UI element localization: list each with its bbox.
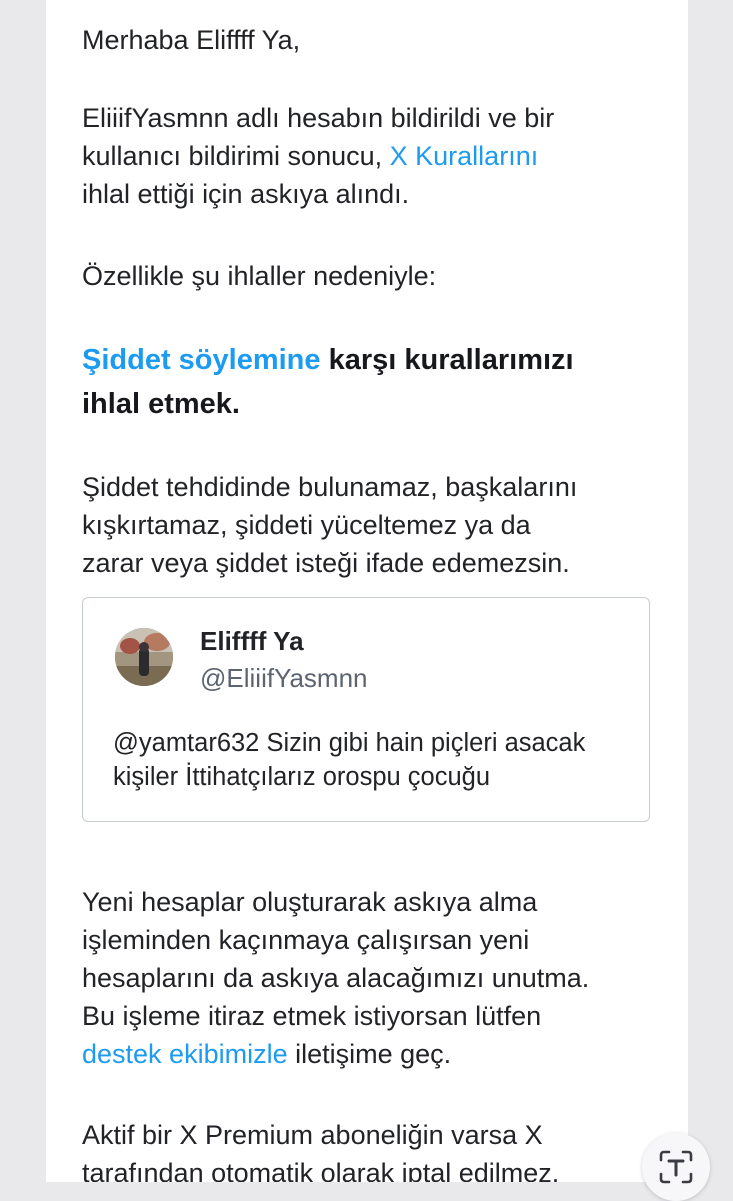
violation-heading-line-1: Şiddet söylemine karşı kurallarımızı [82, 339, 574, 381]
violation-heading-line-2: ihlal etmek. [82, 388, 240, 420]
support-team-link[interactable]: destek ekibimizle [82, 1039, 288, 1069]
text-recognition-button[interactable] [642, 1133, 710, 1201]
paragraph-3-line-1: Şiddet tehdidinde bulunamaz, başkalarını [82, 472, 578, 502]
paragraph-4-line-3: hesaplarını da askıya alacağımızı unutma… [82, 963, 590, 993]
tweet-card[interactable]: Eliffff Ya @EliiifYasmnn @yamtar632 Sizi… [82, 597, 650, 822]
text: kullanıcı bildirimi sonucu, [82, 141, 390, 171]
tweet-author-handle: @EliiifYasmnn [200, 663, 368, 693]
paragraph-1-line-2: kullanıcı bildirimi sonucu, X Kuralların… [82, 138, 538, 175]
paragraph-1-line-1: EliiifYasmnn adlı hesabın bildirildi ve … [82, 103, 555, 133]
paragraph-4-line-5: destek ekibimizle iletişime geç. [82, 1036, 451, 1073]
email-body: Merhaba Eliffff Ya, EliiifYasmnn adlı he… [46, 0, 688, 1182]
paragraph-1-line-3: ihlal ettiği için askıya alındı. [82, 179, 410, 209]
paragraph-3-line-2: kışkırtamaz, şiddeti yüceltemez ya da [82, 510, 531, 540]
paragraph-5-line-1: Aktif bir X Premium aboneliğin varsa X [82, 1120, 543, 1150]
violent-speech-link[interactable]: Şiddet söylemine [82, 344, 321, 376]
paragraph-4-line-4: Bu işleme itiraz etmek istiyorsan lütfen [82, 1001, 542, 1031]
avatar[interactable] [115, 628, 173, 686]
paragraph-2: Özellikle şu ihlaller nedeniyle: [82, 261, 437, 291]
x-rules-link[interactable]: X Kurallarını [390, 141, 539, 171]
text-recognition-icon [659, 1150, 693, 1184]
greeting: Merhaba Eliffff Ya, [82, 25, 301, 55]
tweet-text-line-1: @yamtar632 Sizin gibi hain piçleri asaca… [113, 729, 586, 757]
paragraph-5-line-2: tarafından otomatik olarak iptal edilmez… [82, 1158, 560, 1182]
text: iletişime geç. [287, 1039, 452, 1069]
tweet-author-name: Eliffff Ya [200, 626, 304, 656]
avatar-photo [115, 628, 173, 686]
paragraph-4-line-1: Yeni hesaplar oluşturarak askıya alma [82, 887, 538, 917]
paragraph-4-line-2: işleminden kaçınmaya çalışırsan yeni [82, 925, 530, 955]
tweet-text-line-2: kişiler İttihatçılarız orospu çocuğu [113, 763, 490, 791]
violation-rest: karşı kurallarımızı [320, 344, 574, 376]
paragraph-3-line-3: zarar veya şiddet isteği ifade edemezsin… [82, 548, 570, 578]
